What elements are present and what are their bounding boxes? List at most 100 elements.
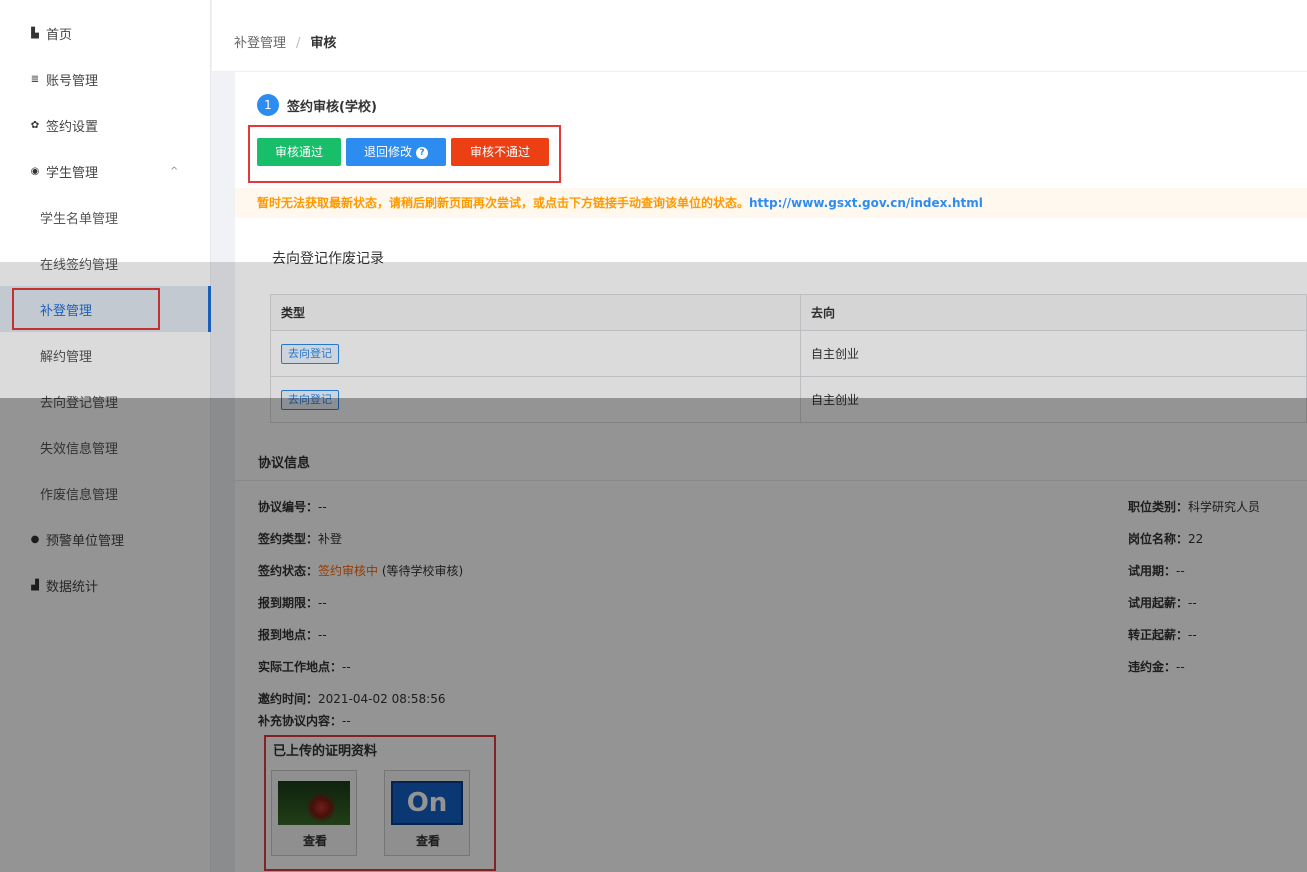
table-header-row: 类型 去向 — [270, 294, 1307, 331]
field-label: 岗位名称： — [1128, 532, 1189, 546]
status-note: (等待学校审核) — [378, 564, 464, 578]
sidebar-item-destination-registration[interactable]: 去向登记管理 — [0, 378, 211, 424]
sidebar-item-statistics[interactable]: ▟ 数据统计 — [0, 562, 211, 608]
field-value: -- — [318, 596, 327, 610]
column-header-type: 类型 — [270, 294, 801, 331]
student-icon: ◉ — [30, 165, 40, 177]
highlight-box-actions — [248, 125, 561, 183]
field-label: 签约状态： — [258, 564, 319, 578]
field-position-name: 岗位名称：22 — [1128, 530, 1203, 547]
breadcrumb: 补登管理 / 审核 — [234, 32, 336, 51]
agreement-info-title: 协议信息 — [258, 456, 311, 471]
sidebar-item-label: 预警单位管理 — [46, 533, 125, 549]
field-invite-time: 邀约时间：2021-04-02 08:58:56 — [258, 690, 445, 707]
bar-chart-icon: ▟ — [31, 579, 39, 591]
warning-text: 暂时无法获取最新状态，请稍后刷新页面再次尝试，或点击下方链接手动查询该单位的状态… — [257, 196, 750, 210]
home-icon: ▙ — [31, 27, 39, 39]
step-indicator: 1 签约审核(学校) — [257, 94, 377, 116]
sidebar-item-label: 解约管理 — [40, 349, 93, 365]
field-label: 邀约时间： — [258, 692, 319, 706]
sidebar: ▙ 首页 ≣ 账号管理 ✿ 签约设置 ◉ 学生管理 ^ 学生名单管理 在线签约管… — [0, 0, 211, 872]
sidebar-item-label: 作废信息管理 — [40, 487, 119, 503]
field-regular-salary: 转正起薪：-- — [1128, 626, 1197, 643]
sidebar-item-home[interactable]: ▙ 首页 — [0, 10, 211, 56]
field-value: -- — [318, 628, 327, 642]
status-value: 签约审核中 — [318, 564, 379, 578]
field-label: 协议编号： — [258, 500, 319, 514]
field-report-deadline: 报到期限：-- — [258, 594, 327, 611]
cell-destination: 自主创业 — [800, 376, 1307, 423]
sidebar-item-warning-units[interactable]: ● 预警单位管理 — [0, 516, 211, 562]
field-supplement-content: 补充协议内容：-- — [258, 712, 351, 729]
breadcrumb-current: 审核 — [310, 36, 337, 51]
sidebar-item-label: 首页 — [46, 27, 73, 43]
table-row: 去向登记 自主创业 — [270, 376, 1307, 423]
sidebar-item-accounts[interactable]: ≣ 账号管理 — [0, 56, 211, 102]
field-value: -- — [1176, 660, 1185, 674]
field-label: 报到地点： — [258, 628, 319, 642]
gear-icon: ✿ — [30, 119, 40, 131]
field-report-location: 报到地点：-- — [258, 626, 327, 643]
sidebar-item-label: 学生名单管理 — [40, 211, 119, 227]
sidebar-item-online-signing[interactable]: 在线签约管理 — [0, 240, 211, 286]
field-penalty: 违约金：-- — [1128, 658, 1185, 675]
sidebar-item-label: 学生管理 — [46, 165, 99, 181]
cell-destination: 自主创业 — [800, 330, 1307, 377]
field-label: 报到期限： — [258, 596, 319, 610]
field-value: -- — [1176, 564, 1185, 578]
breadcrumb-parent[interactable]: 补登管理 — [234, 36, 286, 51]
field-value: 科学研究人员 — [1188, 500, 1261, 514]
column-header-destination: 去向 — [800, 294, 1307, 331]
step-number: 1 — [257, 94, 279, 116]
records-title: 去向登记作废记录 — [272, 251, 384, 267]
field-agreement-number: 协议编号：-- — [258, 498, 327, 515]
field-label: 转正起薪： — [1128, 628, 1189, 642]
field-value: -- — [1188, 628, 1197, 642]
divider — [235, 480, 1307, 481]
sidebar-item-void-info[interactable]: 作废信息管理 — [0, 470, 211, 516]
cell-type: 去向登记 — [270, 376, 801, 423]
sidebar-item-student-management[interactable]: ◉ 学生管理 ^ — [0, 148, 211, 194]
records-table: 类型 去向 去向登记 自主创业 去向登记 自主创业 — [270, 294, 1307, 423]
field-probation-salary: 试用起薪：-- — [1128, 594, 1197, 611]
sidebar-item-signing-settings[interactable]: ✿ 签约设置 — [0, 102, 211, 148]
field-value: 补登 — [318, 532, 343, 546]
field-label: 签约类型： — [258, 532, 319, 546]
breadcrumb-separator: / — [296, 36, 301, 51]
field-value: -- — [1188, 596, 1197, 610]
warning-banner: 暂时无法获取最新状态，请稍后刷新页面再次尝试，或点击下方链接手动查询该单位的状态… — [235, 188, 1307, 218]
field-position-category: 职位类别：科学研究人员 — [1128, 498, 1260, 515]
field-label: 实际工作地点： — [258, 660, 343, 674]
field-value: 22 — [1188, 532, 1204, 546]
field-label: 职位类别： — [1128, 500, 1189, 514]
field-probation: 试用期：-- — [1128, 562, 1185, 579]
field-label: 试用期： — [1128, 564, 1177, 578]
sidebar-item-label: 数据统计 — [46, 579, 99, 595]
sidebar-item-label: 账号管理 — [46, 73, 99, 89]
warning-dot-icon: ● — [30, 533, 40, 545]
sidebar-item-invalid-info[interactable]: 失效信息管理 — [0, 424, 211, 470]
field-work-location: 实际工作地点：-- — [258, 658, 351, 675]
field-label: 补充协议内容： — [258, 714, 343, 728]
step-title: 签约审核(学校) — [287, 99, 377, 115]
gsxt-link[interactable]: http://www.gsxt.gov.cn/index.html — [749, 196, 983, 210]
sidebar-item-student-list[interactable]: 学生名单管理 — [0, 194, 211, 240]
table-row: 去向登记 自主创业 — [270, 330, 1307, 377]
field-value: -- — [318, 500, 327, 514]
type-tag: 去向登记 — [281, 343, 339, 364]
field-label: 违约金： — [1128, 660, 1177, 674]
field-value: 2021-04-02 08:58:56 — [318, 692, 446, 706]
highlight-box-sidebar — [12, 288, 160, 330]
field-label: 试用起薪： — [1128, 596, 1189, 610]
sidebar-item-termination[interactable]: 解约管理 — [0, 332, 211, 378]
top-bar: 补登管理 / 审核 — [212, 0, 1307, 72]
chevron-up-icon: ^ — [170, 165, 179, 177]
highlight-box-uploads — [264, 735, 496, 871]
field-value: -- — [342, 714, 351, 728]
cell-type: 去向登记 — [270, 330, 801, 377]
sidebar-item-label: 去向登记管理 — [40, 395, 119, 411]
sidebar-item-label: 签约设置 — [46, 119, 99, 135]
sidebar-item-label: 在线签约管理 — [40, 257, 119, 273]
field-value: -- — [342, 660, 351, 674]
field-signing-status: 签约状态：签约审核中 (等待学校审核) — [258, 562, 463, 579]
